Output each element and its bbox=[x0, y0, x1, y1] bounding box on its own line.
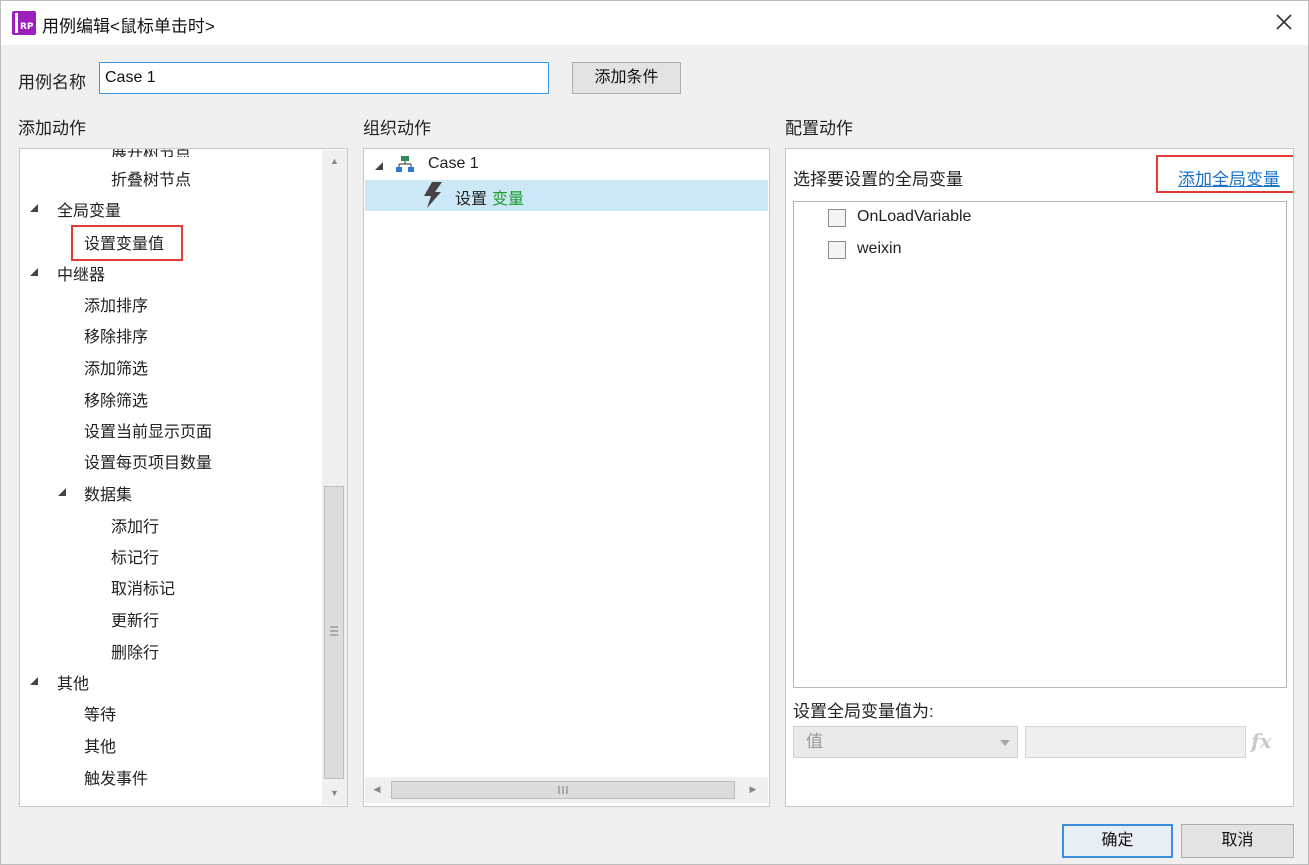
ok-button[interactable]: 确定 bbox=[1062, 824, 1173, 858]
variable-list: OnLoadVariable weixin bbox=[793, 201, 1287, 688]
action-target: 变量 bbox=[492, 191, 525, 208]
variable-checkbox[interactable] bbox=[828, 209, 846, 227]
configure-action-title: 配置动作 bbox=[785, 119, 853, 138]
tree-item-other[interactable]: 其他 bbox=[84, 733, 116, 757]
tree-item-remove-sort[interactable]: 移除排序 bbox=[84, 323, 148, 347]
tree-item-add-sort[interactable]: 添加排序 bbox=[84, 292, 148, 316]
add-global-variable-link[interactable]: 添加全局变量 bbox=[1178, 165, 1280, 190]
expanded-triangle-icon[interactable] bbox=[57, 487, 67, 497]
tree-group-repeater[interactable]: 中继器 bbox=[57, 261, 105, 285]
value-input[interactable] bbox=[1025, 726, 1246, 758]
tree-item-delete-row[interactable]: 删除行 bbox=[111, 639, 159, 663]
scroll-up-arrow-icon[interactable]: ▲ bbox=[322, 156, 347, 166]
add-action-title: 添加动作 bbox=[18, 119, 86, 138]
value-type-select[interactable]: 值 bbox=[793, 726, 1018, 758]
variable-name[interactable]: OnLoadVariable bbox=[857, 208, 971, 226]
scroll-down-arrow-icon[interactable]: ▼ bbox=[322, 788, 347, 798]
tree-item-fire-event[interactable]: 触发事件 bbox=[84, 765, 148, 789]
horizontal-scrollbar[interactable]: ◀ ▶ bbox=[365, 777, 768, 803]
chevron-down-icon bbox=[1000, 740, 1010, 746]
organize-action-tree: Case 1 设置 变量 ◀ ▶ bbox=[363, 148, 770, 807]
add-action-tree: 展开树节点 折叠树节点 全局变量 设置变量值 中继器 添加排序 移除排序 添加筛… bbox=[19, 148, 348, 807]
tree-item-update-row[interactable]: 更新行 bbox=[111, 607, 159, 631]
tree-item-set-variable-value[interactable]: 设置变量值 bbox=[84, 230, 164, 254]
tree-item-wait[interactable]: 等待 bbox=[84, 701, 116, 725]
tree-group-global-variables[interactable]: 全局变量 bbox=[57, 197, 121, 221]
use-case-editor-dialog: RP 用例编辑<鼠标单击时> 用例名称 添加条件 添加动作 组织动作 配置动作 … bbox=[0, 0, 1309, 865]
case-tree-icon bbox=[396, 156, 414, 172]
tree-item-collapse-node[interactable]: 折叠树节点 bbox=[111, 166, 191, 190]
variable-checkbox[interactable] bbox=[828, 241, 846, 259]
configure-action-panel: 选择要设置的全局变量 添加全局变量 OnLoadVariable weixin … bbox=[785, 148, 1294, 807]
tree-item-expand-node[interactable]: 展开树节点 bbox=[111, 149, 191, 157]
fx-function-icon[interactable]: fx bbox=[1251, 729, 1272, 753]
tree-item-remove-filter[interactable]: 移除筛选 bbox=[84, 387, 148, 411]
action-prefix: 设置 bbox=[455, 191, 488, 208]
case-name-label: 用例名称 bbox=[18, 73, 86, 92]
expanded-triangle-icon[interactable] bbox=[29, 203, 39, 213]
tree-item-mark-row[interactable]: 标记行 bbox=[111, 544, 159, 568]
tree-item-set-items-per-page[interactable]: 设置每页项目数量 bbox=[84, 449, 212, 473]
title-bar: RP 用例编辑<鼠标单击时> bbox=[1, 1, 1308, 45]
scroll-left-arrow-icon[interactable]: ◀ bbox=[365, 784, 389, 795]
vertical-scrollbar[interactable]: ▲ ▼ bbox=[322, 150, 347, 805]
tree-item-add-row[interactable]: 添加行 bbox=[111, 513, 159, 537]
organize-action-title: 组织动作 bbox=[363, 119, 431, 138]
value-type-selected: 值 bbox=[806, 732, 823, 751]
cancel-button[interactable]: 取消 bbox=[1181, 824, 1294, 858]
window-title: 用例编辑<鼠标单击时> bbox=[42, 17, 215, 36]
close-icon[interactable] bbox=[1269, 9, 1299, 37]
case-label[interactable]: Case 1 bbox=[428, 155, 479, 173]
add-condition-button[interactable]: 添加条件 bbox=[572, 62, 681, 94]
selected-action-row[interactable]: 设置 变量 bbox=[365, 180, 768, 211]
tree-group-other[interactable]: 其他 bbox=[57, 670, 89, 694]
expanded-triangle-icon[interactable] bbox=[374, 161, 384, 171]
case-name-input[interactable] bbox=[99, 62, 549, 94]
select-variable-prompt: 选择要设置的全局变量 bbox=[793, 170, 963, 189]
tree-item-unmark[interactable]: 取消标记 bbox=[111, 575, 175, 599]
axure-rp-logo-icon: RP bbox=[12, 11, 36, 35]
tree-item-add-filter[interactable]: 添加筛选 bbox=[84, 355, 148, 379]
tree-item-set-current-page[interactable]: 设置当前显示页面 bbox=[84, 418, 212, 442]
lightning-icon bbox=[424, 182, 442, 208]
expanded-triangle-icon[interactable] bbox=[29, 267, 39, 277]
scroll-right-arrow-icon[interactable]: ▶ bbox=[741, 784, 765, 795]
scrollbar-thumb[interactable] bbox=[391, 781, 735, 799]
set-value-label: 设置全局变量值为: bbox=[793, 702, 934, 721]
tree-group-dataset[interactable]: 数据集 bbox=[84, 481, 132, 505]
expanded-triangle-icon[interactable] bbox=[29, 676, 39, 686]
scrollbar-thumb[interactable] bbox=[324, 486, 344, 779]
variable-name[interactable]: weixin bbox=[857, 240, 901, 258]
